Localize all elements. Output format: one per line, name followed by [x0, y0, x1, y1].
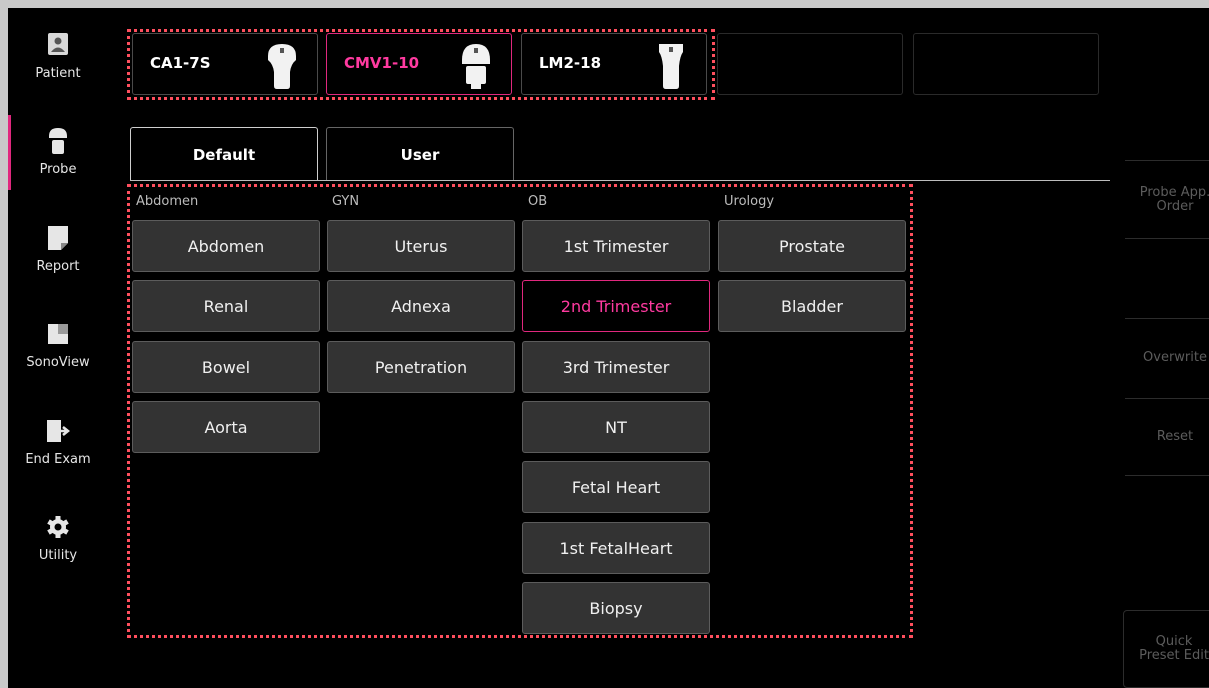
preset-button-nt[interactable]: NT [522, 401, 710, 453]
probe-app-order-label: Probe App. Order [1139, 184, 1209, 214]
nav-label-report: Report [36, 259, 80, 274]
tab-label: User [400, 145, 440, 164]
preset-button-1st-trimester[interactable]: 1st Trimester [522, 220, 710, 272]
category-header-urology: Urology [724, 194, 775, 209]
preset-button-bowel[interactable]: Bowel [132, 341, 320, 393]
overwrite-button[interactable]: Overwrite [1125, 318, 1209, 396]
nav-item-report[interactable]: Report [8, 211, 108, 301]
preset-label: 3rd Trimester [562, 357, 670, 377]
nav-item-utility[interactable]: Utility [8, 500, 108, 590]
end-exam-icon [45, 416, 71, 446]
preset-label: Renal [203, 296, 249, 316]
nav-item-patient[interactable]: Patient [8, 18, 108, 108]
tab-label: Default [192, 145, 256, 164]
preset-label: Adnexa [391, 296, 451, 316]
nav-item-probe[interactable]: Probe [8, 114, 108, 204]
quick-preset-edit-label: Quick Preset Edit [1139, 635, 1209, 663]
preset-button-adnexa[interactable]: Adnexa [327, 280, 515, 332]
tab-divider [130, 180, 1110, 181]
preset-label: Bowel [201, 357, 251, 377]
tab-user[interactable]: User [326, 127, 514, 181]
preset-label: Bladder [781, 296, 843, 316]
preset-button-3rd-trimester[interactable]: 3rd Trimester [522, 341, 710, 393]
preset-button-renal[interactable]: Renal [132, 280, 320, 332]
probe-slot-empty[interactable] [913, 33, 1099, 95]
preset-label: NT [605, 417, 627, 437]
preset-label: Uterus [394, 236, 448, 256]
preset-label: 1st Trimester [563, 236, 669, 256]
preset-label: Abdomen [187, 236, 265, 256]
reset-button[interactable]: Reset [1125, 398, 1209, 476]
probe-app-order-line2: Order [1156, 198, 1194, 214]
nav-label-end-exam: End Exam [25, 452, 91, 467]
sonoview-icon [45, 319, 71, 349]
quick-preset-edit-button[interactable]: Quick Preset Edit [1123, 610, 1209, 688]
convex-probe-icon [265, 42, 299, 90]
preset-button-aorta[interactable]: Aorta [132, 401, 320, 453]
screen: Patient Probe Report SonoView End Exam U… [8, 8, 1209, 688]
category-header-gyn: GYN [332, 194, 360, 209]
probe-app-order-line1: Probe App. [1139, 184, 1209, 200]
preset-button-fetal-heart[interactable]: Fetal Heart [522, 461, 710, 513]
reset-label: Reset [1156, 429, 1194, 444]
preset-button-abdomen[interactable]: Abdomen [132, 220, 320, 272]
tab-default[interactable]: Default [130, 127, 318, 181]
preset-label: Prostate [779, 236, 845, 256]
preset-label: Biopsy [589, 598, 643, 618]
nav-label-probe: Probe [39, 162, 77, 177]
preset-button-uterus[interactable]: Uterus [327, 220, 515, 272]
overwrite-label: Overwrite [1143, 349, 1207, 365]
volume-probe-icon [459, 42, 493, 90]
preset-label: 1st FetalHeart [559, 538, 673, 558]
nav-label-patient: Patient [35, 66, 81, 81]
probe-button-cmv1-10[interactable]: CMV1-10 [326, 33, 512, 95]
report-icon [45, 223, 71, 253]
probe-app-order-button[interactable]: Probe App. Order [1125, 160, 1209, 238]
probe-slot-empty[interactable] [717, 33, 903, 95]
preset-label: Aorta [204, 417, 248, 437]
linear-probe-icon [654, 42, 688, 90]
probe-label: CA1-7S [150, 54, 211, 72]
preset-button-2nd-trimester[interactable]: 2nd Trimester [522, 280, 710, 332]
preset-label: 2nd Trimester [560, 296, 672, 316]
gear-icon [45, 512, 71, 542]
preset-label: Fetal Heart [571, 477, 661, 497]
probe-button-ca1-7s[interactable]: CA1-7S [132, 33, 318, 95]
probe-label: LM2-18 [539, 54, 602, 72]
preset-button-biopsy[interactable]: Biopsy [522, 582, 710, 634]
nav-label-sonoview: SonoView [26, 355, 90, 370]
nav-item-end-exam[interactable]: End Exam [8, 404, 108, 494]
nav-label-utility: Utility [38, 548, 78, 563]
quick-preset-edit-line1: Quick [1155, 634, 1193, 649]
side-empty-button [1125, 238, 1209, 316]
nav-item-sonoview[interactable]: SonoView [8, 307, 108, 397]
probe-button-lm2-18[interactable]: LM2-18 [521, 33, 707, 95]
quick-preset-edit-line2: Preset Edit [1139, 648, 1209, 663]
preset-button-penetration[interactable]: Penetration [327, 341, 515, 393]
preset-button-prostate[interactable]: Prostate [718, 220, 906, 272]
patient-icon [45, 30, 71, 60]
probe-label: CMV1-10 [344, 54, 420, 72]
category-header-abdomen: Abdomen [136, 194, 199, 209]
preset-button-1st-fetalheart[interactable]: 1st FetalHeart [522, 522, 710, 574]
category-header-ob: OB [528, 194, 548, 209]
preset-button-bladder[interactable]: Bladder [718, 280, 906, 332]
preset-label: Penetration [374, 357, 468, 377]
probe-icon [45, 126, 71, 156]
